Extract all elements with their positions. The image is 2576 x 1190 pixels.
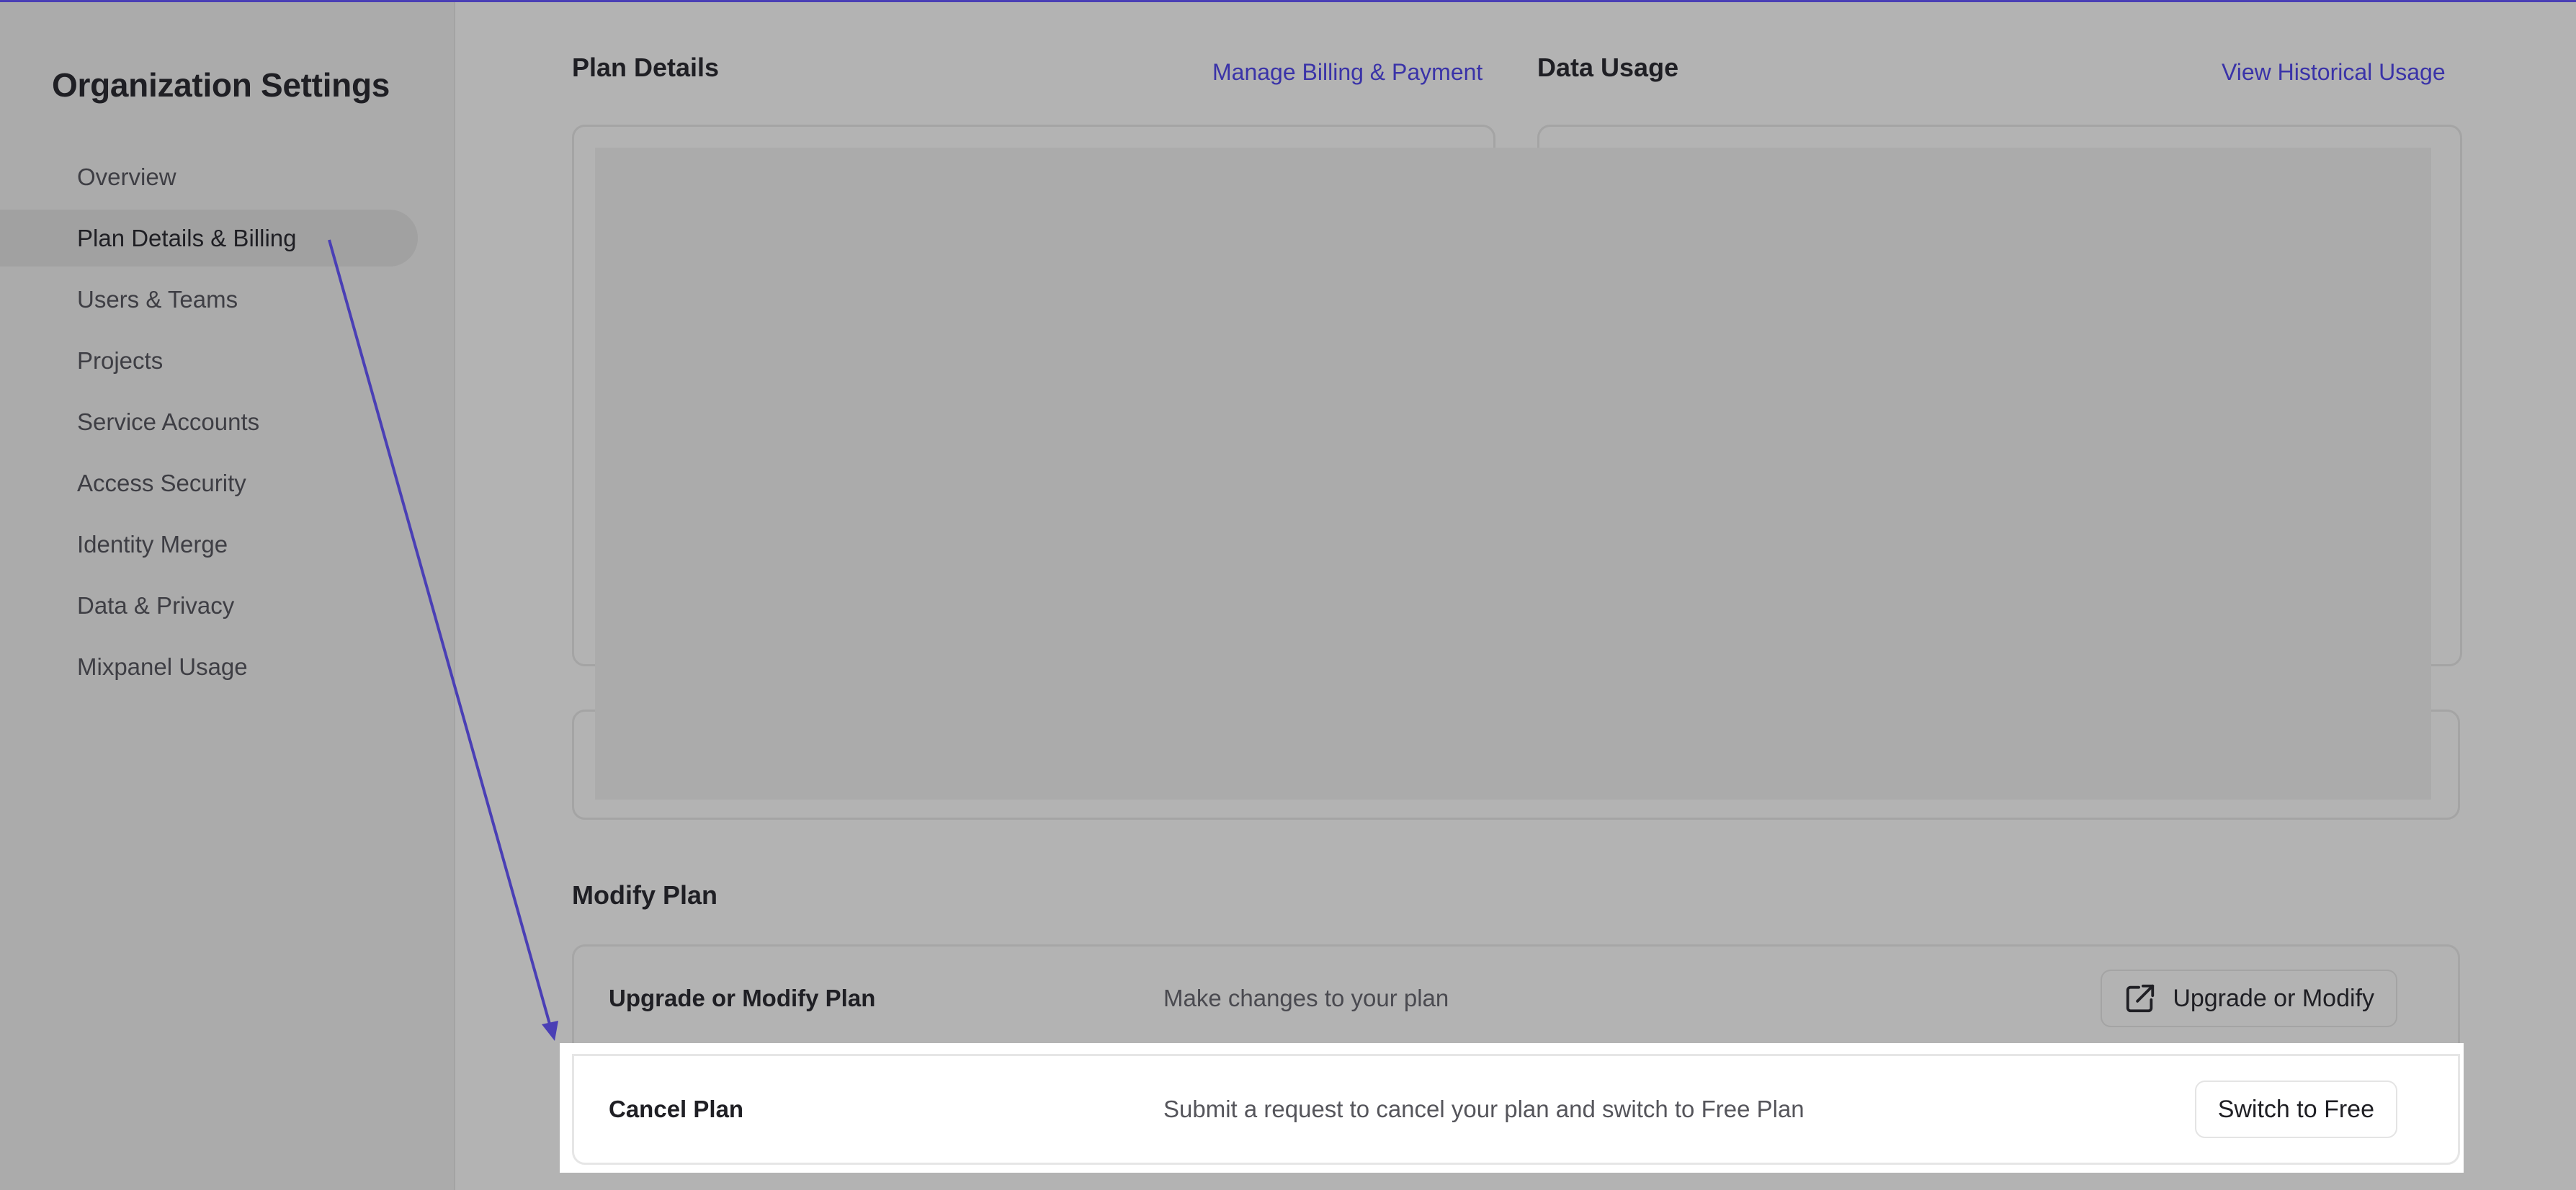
- row-label: Upgrade or Modify Plan: [609, 985, 876, 1011]
- upgrade-plan-row: Upgrade or Modify Plan Make changes to y…: [572, 944, 2460, 1052]
- manage-billing-link[interactable]: Manage Billing & Payment: [1212, 59, 1482, 86]
- sidebar-item-label: Overview: [77, 163, 176, 190]
- row-label: Cancel Plan: [609, 1096, 744, 1122]
- cancel-plan-row: Cancel Plan Submit a request to cancel y…: [572, 1054, 2460, 1165]
- sidebar-item-label: Projects: [77, 346, 164, 374]
- loading-placeholder: [595, 148, 2431, 800]
- sidebar-item-projects[interactable]: Projects: [0, 330, 454, 391]
- external-link-icon: [2126, 984, 2155, 1013]
- sidebar-title: Organization Settings: [52, 66, 390, 104]
- sidebar-item-users-teams[interactable]: Users & Teams: [0, 269, 454, 330]
- sidebar-item-overview[interactable]: Overview: [0, 146, 454, 207]
- sidebar-item-identity-merge[interactable]: Identity Merge: [0, 514, 454, 575]
- switch-to-free-button[interactable]: Switch to Free: [2194, 1081, 2397, 1138]
- sidebar-item-mixpanel-usage[interactable]: Mixpanel Usage: [0, 636, 454, 697]
- sidebar-item-label: Access Security: [77, 469, 246, 496]
- button-label: Upgrade or Modify: [2173, 984, 2374, 1012]
- upgrade-or-modify-button[interactable]: Upgrade or Modify: [2101, 970, 2397, 1027]
- sidebar-item-access-security[interactable]: Access Security: [0, 452, 454, 514]
- modify-plan-title: Modify Plan: [572, 880, 718, 910]
- sidebar-item-label: Service Accounts: [77, 408, 260, 435]
- data-usage-title: Data Usage: [1537, 53, 1679, 82]
- arrow-head: [542, 1021, 558, 1041]
- sidebar-item-label: Mixpanel Usage: [77, 653, 248, 680]
- button-label: Switch to Free: [2217, 1095, 2374, 1123]
- row-description: Make changes to your plan: [1163, 985, 1449, 1011]
- sidebar-item-service-accounts[interactable]: Service Accounts: [0, 391, 454, 452]
- sidebar-item-label: Users & Teams: [77, 285, 238, 313]
- sidebar-nav: Overview Plan Details & Billing Users & …: [0, 146, 454, 697]
- sidebar-item-plan-details-billing[interactable]: Plan Details & Billing: [0, 207, 454, 269]
- sidebar: Organization Settings Overview Plan Deta…: [0, 2, 455, 1190]
- sidebar-item-label: Data & Privacy: [77, 591, 235, 619]
- sidebar-item-label: Plan Details & Billing: [77, 224, 297, 251]
- plan-details-title: Plan Details: [572, 53, 720, 82]
- sidebar-item-data-privacy[interactable]: Data & Privacy: [0, 575, 454, 636]
- sidebar-item-label: Identity Merge: [77, 530, 228, 558]
- view-historical-usage-link[interactable]: View Historical Usage: [2222, 59, 2446, 86]
- row-description: Submit a request to cancel your plan and…: [1163, 1096, 1804, 1122]
